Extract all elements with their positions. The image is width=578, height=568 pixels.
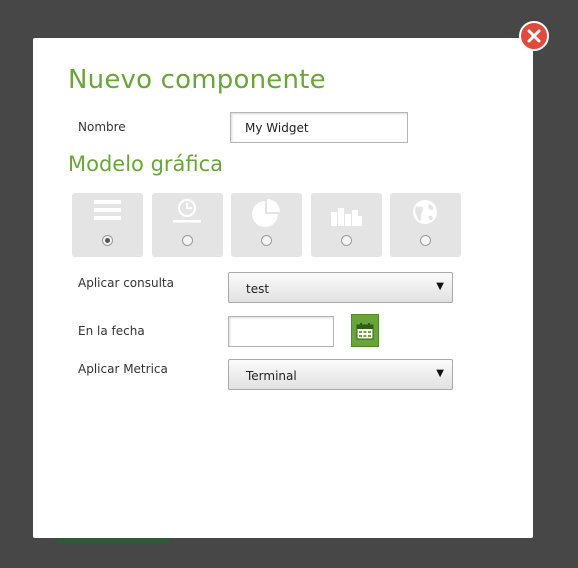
globe-icon — [413, 200, 437, 224]
bar-chart-icon — [331, 208, 362, 226]
close-icon — [527, 29, 541, 43]
query-label: Aplicar consulta — [78, 276, 174, 290]
chart-model-heading: Modelo gráfica — [68, 152, 224, 176]
background-page-element — [58, 538, 170, 544]
chevron-down-icon: ▼ — [436, 281, 444, 292]
pie-chart-icon — [252, 199, 280, 227]
date-label: En la fecha — [78, 324, 145, 338]
metric-select-value: Terminal — [246, 369, 297, 383]
chart-option-timeline-radio[interactable] — [182, 235, 193, 246]
chart-option-bar-radio[interactable] — [341, 235, 352, 246]
calendar-icon — [356, 322, 374, 339]
name-input[interactable] — [230, 112, 408, 143]
date-input[interactable] — [228, 316, 334, 347]
chart-option-map-radio[interactable] — [420, 235, 431, 246]
name-label: Nombre — [78, 120, 126, 134]
query-select[interactable]: test ▼ — [228, 272, 453, 303]
new-component-dialog: Nuevo componente Nombre Modelo gráfica — [33, 38, 533, 538]
chart-option-pie[interactable] — [231, 193, 302, 257]
chart-option-bar[interactable] — [311, 193, 382, 257]
chart-option-pie-radio[interactable] — [261, 235, 272, 246]
close-button[interactable] — [519, 21, 549, 51]
dialog-title: Nuevo componente — [68, 65, 326, 95]
chart-option-map[interactable] — [390, 193, 461, 257]
list-icon — [94, 200, 121, 220]
metric-label: Aplicar Metrica — [78, 362, 168, 376]
timeline-icon — [173, 198, 201, 223]
query-select-value: test — [246, 282, 270, 296]
chart-option-list-radio[interactable] — [102, 235, 113, 246]
chevron-down-icon: ▼ — [436, 368, 444, 379]
chart-option-timeline[interactable] — [152, 193, 223, 257]
metric-select[interactable]: Terminal ▼ — [228, 359, 453, 390]
chart-option-list[interactable] — [72, 193, 143, 257]
calendar-button[interactable] — [351, 314, 379, 347]
